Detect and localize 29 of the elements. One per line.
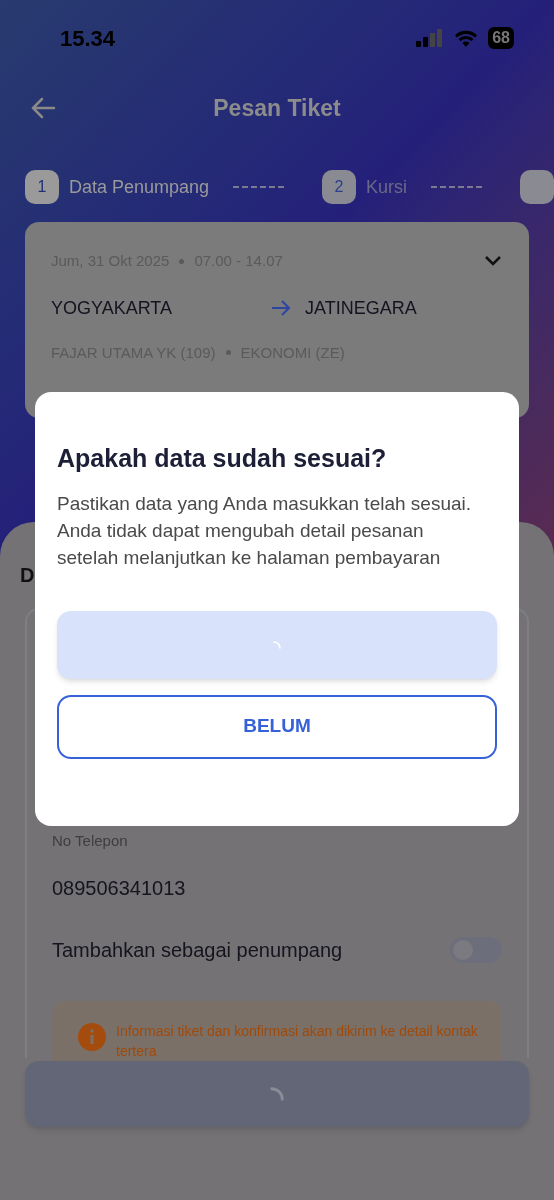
step-badge: 2 — [322, 170, 357, 204]
loading-spinner-icon — [270, 1087, 284, 1101]
section-title: D — [19, 563, 36, 588]
origin-station: YOGYAKARTA — [51, 296, 174, 320]
cancel-button[interactable]: BELUM — [57, 694, 497, 759]
dialog-title: Apakah data sudah sesuai? — [57, 443, 388, 474]
destination-station: JATINEGARA — [305, 296, 417, 320]
wifi-icon — [454, 29, 479, 47]
step-dashes-icon — [233, 186, 285, 188]
toggle-label: Tambahkan sebagai penumpang — [52, 937, 343, 963]
info-icon — [78, 1022, 106, 1051]
status-time: 15.34 — [60, 24, 116, 53]
loading-spinner-icon — [273, 640, 281, 649]
signal-icon — [416, 29, 445, 47]
battery-indicator: 68 — [488, 27, 514, 49]
confirm-button[interactable] — [57, 610, 497, 679]
bullet-icon — [179, 258, 185, 264]
back-arrow-icon[interactable] — [30, 96, 56, 120]
page-title: Pesan Tiket — [213, 93, 341, 123]
step-dashes-icon — [431, 186, 482, 188]
info-text: Informasi tiket dan konfirmasi akan dikirim ke detail kontak tertera — [116, 1021, 479, 1061]
continue-button[interactable] — [25, 1061, 529, 1127]
step-label: Data Penumpang — [69, 175, 210, 199]
step-label: Kursi — [366, 175, 408, 199]
step-badge: 1 — [25, 170, 59, 204]
phone-value: 089506341013 — [52, 875, 187, 901]
right-arrow-icon — [271, 299, 291, 317]
dialog-message: Pastikan data yang Anda masukkan telah sesuai. Anda tidak dapat mengubah detail pesanan setelah melanjutkan ke halaman pembayaran — [57, 491, 473, 570]
bullet-icon — [225, 350, 231, 356]
